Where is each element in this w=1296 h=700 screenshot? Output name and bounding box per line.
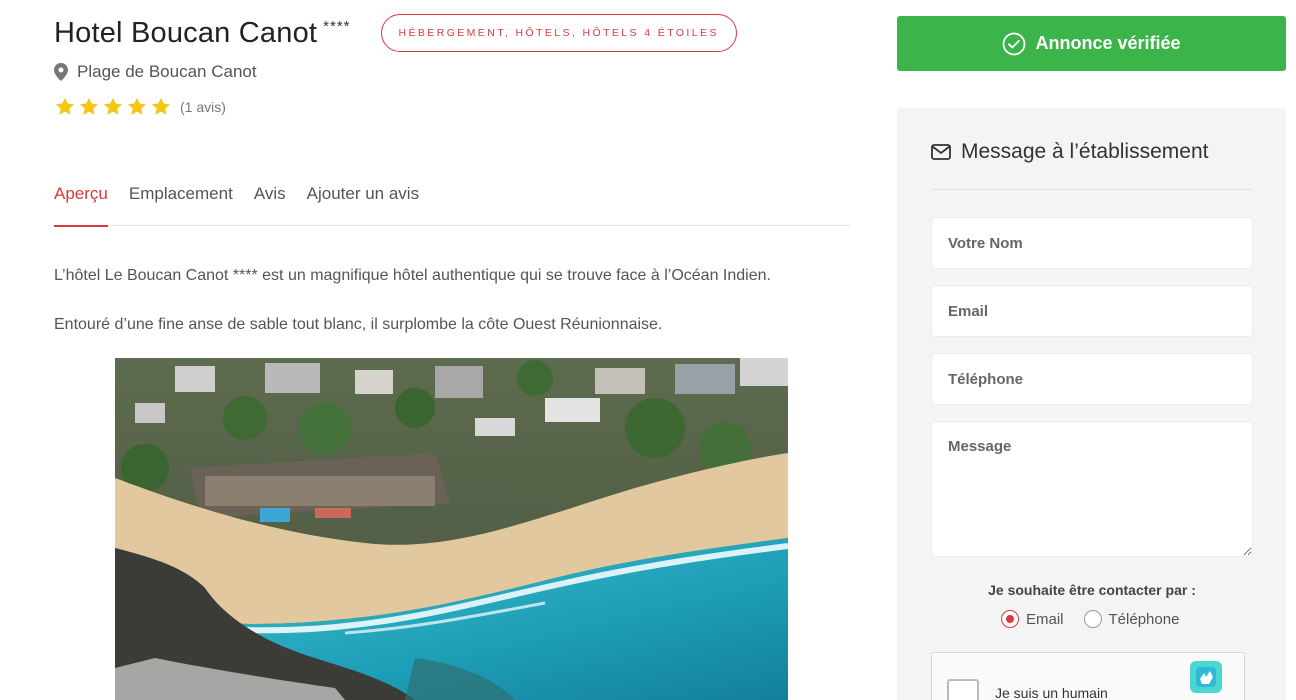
phone-radio[interactable] [1083,610,1102,628]
name-field[interactable] [931,217,1253,269]
envelope-icon [931,144,951,160]
phone-field[interactable] [931,353,1253,405]
rating-stars [54,96,174,118]
rating-row: (1 avis) [54,96,226,118]
review-count[interactable]: (1 avis) [180,99,226,115]
contact-preference-label: Je souhaite être contacter par : [988,582,1196,598]
map-pin-icon [54,63,68,81]
star-icon [80,97,98,115]
email-field[interactable] [931,285,1253,337]
divider [931,189,1253,190]
title-row: Hotel Boucan Canot **** HÉBERGEMENT, HÔTE… [54,14,737,52]
star-icon [152,97,170,115]
message-field[interactable] [931,421,1253,557]
check-circle-icon [1003,32,1026,55]
hotel-star-mark: **** [323,17,351,35]
star-icon [56,97,74,115]
message-header: Message à l’établissement [931,140,1208,164]
hcaptcha-logo-icon [1190,661,1222,693]
tab-apercu[interactable]: Aperçu [54,182,108,227]
contact-option-email[interactable]: Email [1001,610,1064,628]
location-text: Plage de Boucan Canot [77,62,257,81]
category-badge[interactable]: HÉBERGEMENT, HÔTELS, HÔTELS 4 ÉTOILES [380,14,737,52]
captcha-widget: Je suis un humain [931,652,1245,700]
tab-emplacement[interactable]: Emplacement [129,182,233,226]
star-icon [128,97,146,115]
hotel-name: Hotel Boucan Canot [54,16,318,49]
contact-option-label: Email [1026,610,1064,628]
verified-listing-button[interactable]: Annonce vérifiée [897,16,1286,71]
message-title: Message à l’établissement [961,140,1209,163]
captcha-label: Je suis un humain [995,685,1108,700]
description-paragraph-1: L’hôtel Le Boucan Canot **** est un magn… [54,267,771,284]
tab-avis[interactable]: Avis [254,182,286,226]
contact-preference-options: Email Téléphone [1001,610,1199,628]
contact-option-label: Téléphone [1108,610,1180,628]
description-paragraph-2: Entouré d’une fine anse de sable tout bl… [54,316,663,333]
location-row: Plage de Boucan Canot [54,62,257,82]
listing-tabs: Aperçu Emplacement Avis Ajouter un avis [54,182,850,227]
tab-ajouter-avis[interactable]: Ajouter un avis [307,182,419,226]
contact-sidebar: Message à l’établissement Je souhaite êt… [897,108,1286,700]
hotel-title: Hotel Boucan Canot **** [54,17,351,50]
contact-option-phone[interactable]: Téléphone [1083,610,1180,628]
captcha-checkbox[interactable] [947,679,979,700]
star-icon [104,97,122,115]
verified-label: Annonce vérifiée [1035,33,1181,53]
hotel-aerial-photo [115,358,788,700]
email-radio[interactable] [1001,610,1019,628]
